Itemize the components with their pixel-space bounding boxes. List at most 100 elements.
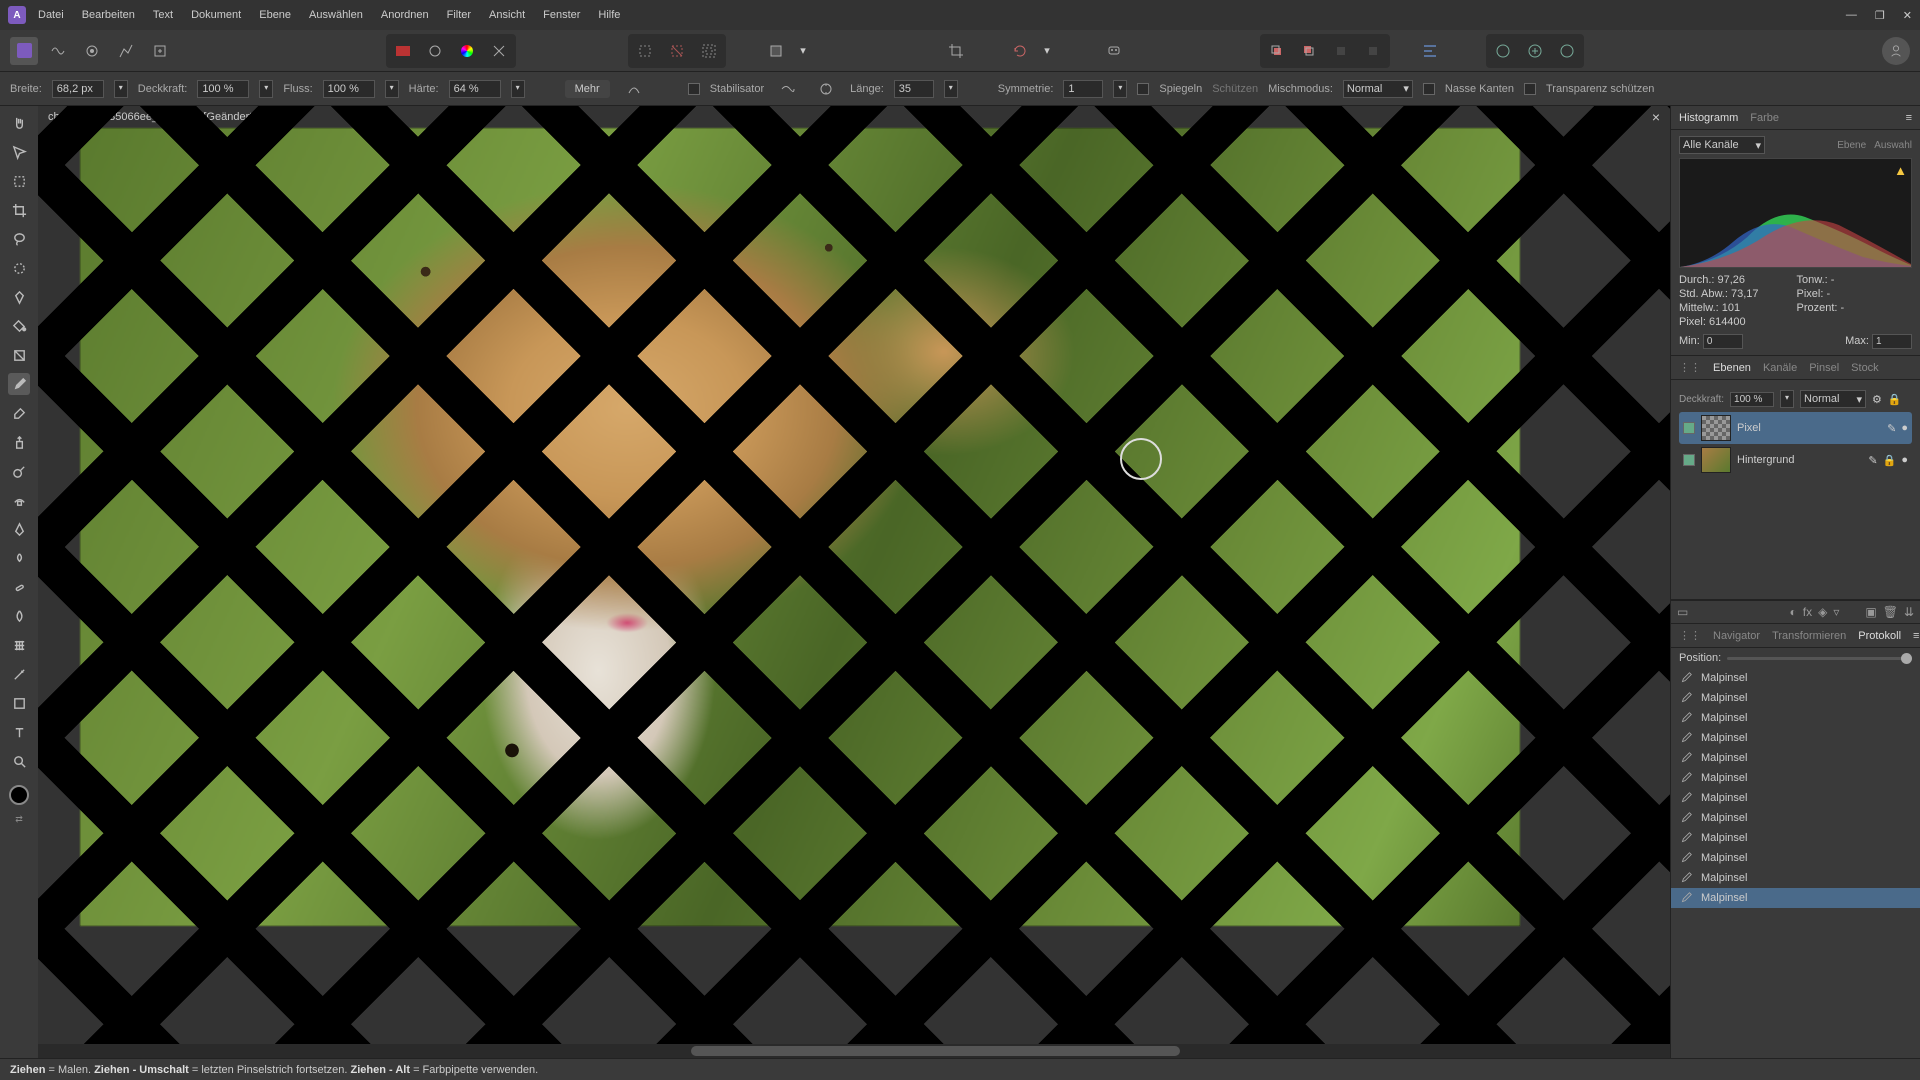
layer-blend-select[interactable]: Normal▾ [1800, 390, 1866, 408]
history-item[interactable]: Malpinsel [1671, 728, 1920, 748]
menu-text[interactable]: Text [153, 9, 173, 21]
close-button[interactable]: ✕ [1903, 9, 1912, 22]
flow-input[interactable] [323, 80, 375, 98]
menu-help[interactable]: Hilfe [598, 9, 620, 21]
zoom-tool[interactable] [8, 750, 30, 772]
clone-tool[interactable] [8, 431, 30, 453]
symmetry-dropdown[interactable]: ▾ [1113, 80, 1127, 98]
selection-tool[interactable] [8, 170, 30, 192]
panel-grip-icon[interactable]: ⋮⋮ [1679, 361, 1701, 374]
channel-select[interactable]: Alle Kanäle▾ [1679, 136, 1765, 154]
merge-layer-button[interactable]: ⇊ [1904, 605, 1914, 619]
history-item[interactable]: Malpinsel [1671, 688, 1920, 708]
min-input[interactable] [1703, 334, 1743, 349]
slider-thumb[interactable] [1901, 653, 1912, 664]
mesh-warp-tool[interactable] [8, 634, 30, 656]
inpainting-tool[interactable] [8, 489, 30, 511]
opacity-input[interactable] [197, 80, 249, 98]
visible-icon[interactable]: ● [1901, 422, 1908, 435]
length-input[interactable] [894, 80, 934, 98]
tone-map-persona-button[interactable] [112, 37, 140, 65]
paint-brush-tool[interactable] [8, 373, 30, 395]
move-tool[interactable] [8, 141, 30, 163]
export-persona-button[interactable] [146, 37, 174, 65]
menu-filter[interactable]: Filter [447, 9, 471, 21]
layer-visibility-checkbox[interactable] [1683, 422, 1695, 434]
smudge-tool[interactable] [8, 547, 30, 569]
layer-visibility-checkbox[interactable] [1683, 454, 1695, 466]
stock-prev-button[interactable] [1489, 37, 1517, 65]
protect-alpha-checkbox[interactable] [1524, 83, 1536, 95]
menu-document[interactable]: Dokument [191, 9, 241, 21]
color-format-button[interactable] [389, 37, 417, 65]
hardness-input[interactable] [449, 80, 501, 98]
history-item[interactable]: Malpinsel [1671, 808, 1920, 828]
menu-window[interactable]: Fenster [543, 9, 580, 21]
history-item[interactable]: Malpinsel [1671, 848, 1920, 868]
move-front-button[interactable] [1295, 37, 1323, 65]
develop-persona-button[interactable] [78, 37, 106, 65]
gradient-tool[interactable] [8, 344, 30, 366]
live-filter-button[interactable]: ◈ [1818, 605, 1827, 619]
color-picker-tool[interactable] [8, 663, 30, 685]
assistant-button[interactable] [1100, 37, 1128, 65]
select-all-button[interactable] [631, 37, 659, 65]
foreground-color-swatch[interactable] [9, 785, 29, 805]
menu-edit[interactable]: Bearbeiten [82, 9, 135, 21]
add-layer-button[interactable]: ▣ [1865, 605, 1876, 619]
move-forward-button[interactable] [1359, 37, 1387, 65]
opacity-dropdown[interactable]: ▾ [259, 80, 273, 98]
tab-histogram[interactable]: Histogramm [1679, 112, 1738, 124]
stock-next-button[interactable] [1553, 37, 1581, 65]
history-item[interactable]: Malpinsel [1671, 768, 1920, 788]
menu-arrange[interactable]: Anordnen [381, 9, 429, 21]
history-item[interactable]: Malpinsel [1671, 888, 1920, 908]
history-item[interactable]: Malpinsel [1671, 828, 1920, 848]
panel-menu-icon[interactable]: ≡ [1913, 630, 1919, 642]
text-tool[interactable] [8, 721, 30, 743]
width-input[interactable] [52, 80, 104, 98]
layer-lock-icon[interactable]: 🔒 [1888, 393, 1902, 406]
horizontal-scrollbar[interactable] [38, 1044, 1670, 1058]
wet-edges-checkbox[interactable] [1423, 83, 1435, 95]
force-pressure-button[interactable] [620, 75, 648, 103]
crop-toggle-button[interactable] [942, 37, 970, 65]
account-button[interactable] [1882, 37, 1910, 65]
maximize-button[interactable]: ❐ [1875, 9, 1885, 22]
warning-icon[interactable]: ▲ [1894, 163, 1907, 178]
tag-layer-button[interactable]: ▿ [1833, 605, 1839, 619]
length-dropdown[interactable]: ▾ [944, 80, 958, 98]
menu-select[interactable]: Auswählen [309, 9, 363, 21]
stabilizer-mode-window[interactable] [812, 75, 840, 103]
stabilizer-checkbox[interactable] [688, 83, 700, 95]
visible-icon[interactable]: ● [1901, 454, 1908, 467]
selection-brush-tool[interactable] [8, 257, 30, 279]
edit-icon[interactable]: ✎ [1868, 454, 1877, 467]
lock-icon[interactable]: 🔒 [1883, 454, 1897, 467]
history-item[interactable]: Malpinsel [1671, 748, 1920, 768]
tab-history[interactable]: Protokoll [1858, 630, 1901, 642]
rotate-button[interactable] [1006, 37, 1034, 65]
erase-tool[interactable] [8, 402, 30, 424]
shape-tool[interactable] [8, 692, 30, 714]
flood-select-tool[interactable] [8, 286, 30, 308]
healing-tool[interactable] [8, 576, 30, 598]
layer-row[interactable]: Hintergrund✎ 🔒 ● [1679, 444, 1912, 476]
history-item[interactable]: Malpinsel [1671, 788, 1920, 808]
liquify-persona-button[interactable] [44, 37, 72, 65]
tab-stock[interactable]: Stock [1851, 362, 1879, 374]
panel-grip-icon[interactable]: ⋮⋮ [1679, 629, 1701, 642]
scrollbar-thumb[interactable] [691, 1046, 1181, 1056]
photo-persona-button[interactable] [10, 37, 38, 65]
blur-tool[interactable] [8, 605, 30, 627]
deselect-button[interactable] [663, 37, 691, 65]
tab-channels[interactable]: Kanäle [1763, 362, 1797, 374]
history-item[interactable]: Malpinsel [1671, 668, 1920, 688]
tab-layers[interactable]: Ebenen [1713, 362, 1751, 374]
mirror-checkbox[interactable] [1137, 83, 1149, 95]
width-dropdown[interactable]: ▾ [114, 80, 128, 98]
color-chooser-button[interactable] [453, 37, 481, 65]
delete-layer-button[interactable]: 🗑 [1883, 605, 1898, 619]
fill-tool[interactable] [8, 315, 30, 337]
quick-mask-dropdown[interactable]: ▾ [796, 37, 810, 65]
